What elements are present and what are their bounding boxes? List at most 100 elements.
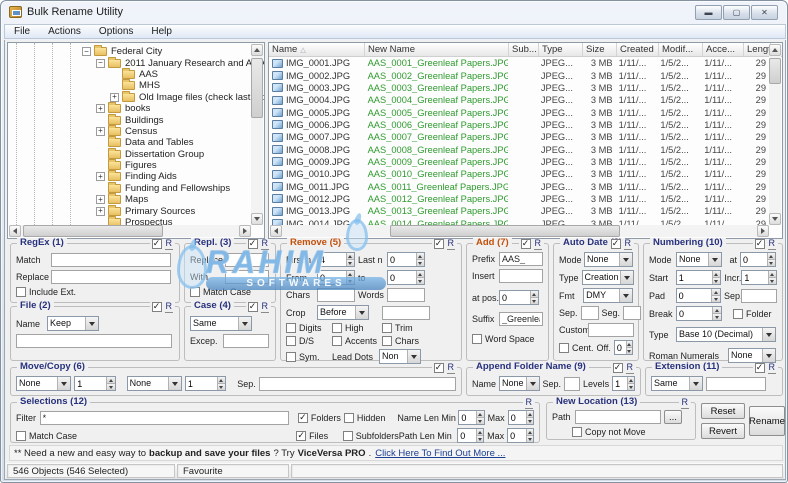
move-copy-sep-input[interactable] <box>259 377 456 391</box>
repl-reset-button[interactable]: R <box>261 239 270 250</box>
extension-reset-button[interactable]: R <box>768 363 777 374</box>
column-header-length[interactable]: Length <box>744 43 771 56</box>
move-copy-n2-spinner[interactable] <box>185 376 226 391</box>
auto-date-reset-button[interactable]: R <box>624 239 633 250</box>
sel-match-case-checkbox[interactable]: ✓ <box>16 431 26 441</box>
expand-icon[interactable]: + <box>96 207 105 216</box>
menu-item-actions[interactable]: Actions <box>39 25 90 38</box>
minimize-button[interactable]: ▬ <box>695 5 722 20</box>
expand-icon[interactable]: + <box>96 127 105 136</box>
filter-input[interactable] <box>40 411 289 425</box>
file-row[interactable]: IMG_0008.JPGAAS_0008_Greenleaf Papers.JP… <box>269 143 769 155</box>
add-enable-checkbox[interactable]: ✓ <box>521 239 531 249</box>
prefix-input[interactable] <box>499 252 543 266</box>
pad-spinner[interactable] <box>676 288 721 303</box>
append-sep-input[interactable] <box>564 377 580 391</box>
files-checkbox[interactable]: ✓ <box>296 431 306 441</box>
roman-numerals-dropdown[interactable]: None <box>728 348 776 363</box>
extension-input[interactable] <box>706 377 766 391</box>
path-input[interactable] <box>575 410 661 424</box>
to-spinner[interactable] <box>387 270 425 285</box>
move-copy-mode1-dropdown[interactable]: None <box>16 376 71 391</box>
case-reset-button[interactable]: R <box>261 302 270 313</box>
numbering-enable-checkbox[interactable]: ✓ <box>755 239 765 249</box>
extension-mode-dropdown[interactable]: Same <box>651 376 703 391</box>
scroll-thumb[interactable] <box>23 225 163 237</box>
column-header-name[interactable]: Name△ <box>269 43 365 56</box>
close-button[interactable]: ✕ <box>751 5 778 20</box>
scroll-down-icon[interactable] <box>769 213 781 225</box>
column-header-sub[interactable]: Sub... <box>509 43 539 56</box>
file-row[interactable]: IMG_0005.JPGAAS_0005_Greenleaf Papers.JP… <box>269 106 769 118</box>
date-fmt-dropdown[interactable]: DMY <box>583 288 633 303</box>
tree-item[interactable]: Data and Tables <box>8 137 251 148</box>
file-row[interactable]: IMG_0003.JPGAAS_0003_Greenleaf Papers.JP… <box>269 82 769 94</box>
subfolders-checkbox[interactable]: ✓ <box>343 431 353 441</box>
from-spinner[interactable] <box>317 270 355 285</box>
tree-item[interactable]: Buildings <box>8 114 251 125</box>
accents-checkbox[interactable]: ✓ <box>332 336 342 346</box>
chars-checkbox[interactable]: ✓ <box>382 336 392 346</box>
file-list-header[interactable]: Name△New NameSub...TypeSizeCreatedModif.… <box>269 43 782 57</box>
list-vertical-scrollbar[interactable] <box>769 44 781 225</box>
suffix-input[interactable] <box>499 312 543 326</box>
expand-icon[interactable]: + <box>110 93 119 102</box>
tree-item[interactable]: Dissertation Group <box>8 149 251 160</box>
scroll-left-icon[interactable] <box>270 225 282 237</box>
menu-item-options[interactable]: Options <box>90 25 142 38</box>
case-mode-dropdown[interactable]: Same <box>190 316 252 331</box>
column-header-newname[interactable]: New Name <box>365 43 509 56</box>
date-custom-input[interactable] <box>588 323 634 337</box>
incr-spinner[interactable] <box>741 270 777 285</box>
column-header-modif[interactable]: Modif... <box>659 43 703 56</box>
browse-button[interactable]: ... <box>664 410 682 424</box>
expand-icon[interactable]: + <box>96 104 105 113</box>
tree-item[interactable]: +books <box>8 103 251 114</box>
crop-mode-dropdown[interactable]: Before <box>317 305 369 320</box>
date-type-dropdown[interactable]: Creation (Cur <box>582 270 634 285</box>
reset-button[interactable]: Reset <box>701 403 745 419</box>
include-ext-checkbox[interactable]: ✓ <box>16 287 26 297</box>
first-n-spinner[interactable] <box>317 252 355 267</box>
folder-checkbox[interactable]: ✓ <box>733 309 743 319</box>
file-reset-button[interactable]: R <box>165 302 174 313</box>
tree-item[interactable]: +Census <box>8 126 251 137</box>
path-len-min-spinner[interactable] <box>457 428 484 443</box>
break-spinner[interactable] <box>676 306 722 321</box>
off-spinner[interactable] <box>614 340 633 355</box>
at-spinner[interactable] <box>740 252 776 267</box>
numbering-mode-dropdown[interactable]: None <box>676 252 722 267</box>
digits-checkbox[interactable]: ✓ <box>286 323 296 333</box>
high-checkbox[interactable]: ✓ <box>332 323 342 333</box>
file-row[interactable]: IMG_0002.JPGAAS_0002_Greenleaf Papers.JP… <box>269 69 769 81</box>
remove-chars-input[interactable] <box>317 288 355 302</box>
remove-words-input[interactable] <box>387 288 425 302</box>
regex-reset-button[interactable]: R <box>165 239 174 250</box>
column-header-size[interactable]: Size <box>583 43 617 56</box>
scroll-up-icon[interactable] <box>769 44 781 56</box>
new-location-reset-button[interactable]: R <box>681 398 690 409</box>
file-row[interactable]: IMG_0004.JPGAAS_0004_Greenleaf Papers.JP… <box>269 94 769 106</box>
list-horizontal-scrollbar[interactable] <box>270 225 769 237</box>
name-len-max-spinner[interactable] <box>508 410 534 425</box>
revert-button[interactable]: Revert <box>701 423 745 439</box>
file-row[interactable]: IMG_0009.JPGAAS_0009_Greenleaf Papers.JP… <box>269 156 769 168</box>
menu-item-file[interactable]: File <box>5 25 39 38</box>
repl-enable-checkbox[interactable]: ✓ <box>248 239 258 249</box>
remove-reset-button[interactable]: R <box>447 239 456 250</box>
folder-tree-panel[interactable]: −Federal City−2011 January Research and … <box>7 42 265 239</box>
file-row[interactable]: IMG_0001.JPGAAS_0001_Greenleaf Papers.JP… <box>269 57 769 69</box>
file-list-panel[interactable]: Name△New NameSub...TypeSizeCreatedModif.… <box>268 42 783 239</box>
promo-link[interactable]: Click Here To Find Out More ... <box>375 448 505 459</box>
tree-item[interactable]: +Maps <box>8 194 251 205</box>
rename-button[interactable]: Rename <box>749 406 785 436</box>
file-row[interactable]: IMG_0006.JPGAAS_0006_Greenleaf Papers.JP… <box>269 119 769 131</box>
hidden-checkbox[interactable]: ✓ <box>344 413 354 423</box>
expand-icon[interactable]: + <box>96 195 105 204</box>
regex-replace-input[interactable] <box>51 270 171 284</box>
date-seg-input[interactable] <box>623 306 641 320</box>
insert-input[interactable] <box>499 269 543 283</box>
move-copy-reset-button[interactable]: R <box>447 363 456 374</box>
move-copy-mode2-dropdown[interactable]: None <box>127 376 182 391</box>
lead-dots-dropdown[interactable]: Non <box>379 349 421 364</box>
